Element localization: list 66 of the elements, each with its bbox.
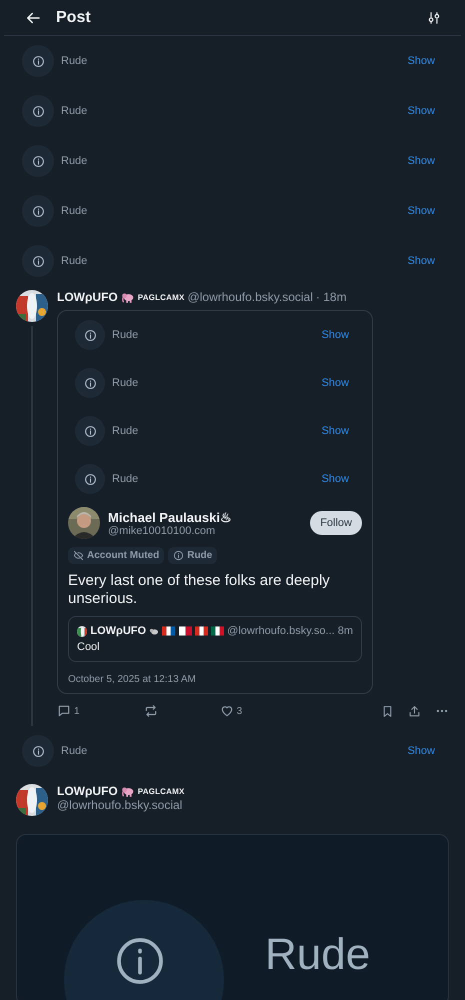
info-icon [32, 254, 44, 268]
hidden-reply-label: Rude [61, 255, 88, 267]
share-icon[interactable] [408, 704, 421, 718]
user-handle: @lowrhoufo.bsky.social [188, 290, 313, 304]
show-button[interactable]: Show [407, 155, 435, 167]
hidden-reply-label: Rude [112, 329, 140, 341]
heart-icon [220, 704, 234, 718]
show-button[interactable]: Show [407, 105, 435, 117]
flag-icon [162, 626, 176, 636]
bookmark-icon[interactable] [381, 704, 394, 718]
info-icon [32, 744, 44, 758]
show-button[interactable]: Show [321, 377, 349, 389]
flag-icon [178, 626, 192, 636]
show-button[interactable]: Show [321, 473, 349, 485]
speech-bubble-icon [57, 704, 71, 718]
hidden-reply-label: Rude [112, 473, 140, 485]
hidden-reply-label: Rude [112, 425, 140, 437]
info-icon [32, 204, 44, 218]
content-label[interactable]: Rude [168, 547, 218, 564]
post-time: · 18m [316, 290, 347, 304]
hidden-reply-label: Rude [61, 105, 88, 117]
display-name: LOWρUFO [57, 784, 118, 798]
show-button[interactable]: Show [407, 255, 435, 267]
hidden-reply-label: Rude [61, 745, 88, 757]
info-icon [84, 424, 96, 438]
content-label[interactable]: Account Muted [68, 547, 164, 564]
repost-icon[interactable] [144, 704, 158, 718]
eye-slash-icon [73, 550, 84, 561]
page-title: Post [56, 8, 92, 26]
post-text: Cool [77, 641, 101, 653]
info-icon [32, 54, 44, 68]
hidden-reply-label: Rude [61, 55, 88, 67]
post-time: 8m [338, 625, 353, 637]
info-icon [32, 104, 44, 118]
flag-icon [194, 626, 208, 636]
filter-settings-icon[interactable] [427, 10, 441, 26]
hidden-reply-label: Rude [61, 205, 88, 217]
badge-label: PAGLCAMX [138, 786, 185, 796]
show-button[interactable]: Show [407, 205, 435, 217]
info-icon [84, 328, 96, 342]
embedded-post[interactable]: LOWρUFO @lowrhoufo.bsky.so... 8m Cool [68, 616, 362, 662]
post-date: October 5, 2025 at 12:13 AM [67, 673, 197, 685]
show-button[interactable]: Show [321, 329, 349, 341]
hidden-reply-label: Rude [112, 377, 140, 389]
user-handle: @lowrhoufo.bsky.so... [227, 625, 335, 637]
follow-button[interactable]: Follow [310, 511, 362, 535]
display-name: Michael Paulauski♨ [108, 510, 233, 524]
info-icon [84, 472, 96, 486]
show-button[interactable]: Show [407, 55, 435, 67]
display-name: LOWρUFO [90, 625, 146, 637]
user-handle: @lowrhoufo.bsky.social [57, 798, 184, 812]
image-attachment[interactable]: Rude [16, 834, 449, 1000]
reply-button[interactable]: 1 [57, 704, 80, 718]
display-name: LOWρUFO [57, 290, 118, 304]
show-button[interactable]: Show [321, 425, 349, 437]
flag-icon [210, 626, 224, 636]
user-handle: @mike10010100.com [108, 524, 216, 536]
info-icon [32, 154, 44, 168]
info-icon [173, 550, 184, 561]
image-text: Rude [265, 930, 370, 980]
show-button[interactable]: Show [407, 745, 435, 757]
badge-label: PAGLCAMX [138, 292, 185, 302]
like-button[interactable]: 3 [220, 704, 242, 718]
hidden-reply-label: Rude [61, 155, 88, 167]
info-icon [84, 376, 96, 390]
post-text: Every last one of these folks are deeply unserious. [67, 571, 331, 608]
